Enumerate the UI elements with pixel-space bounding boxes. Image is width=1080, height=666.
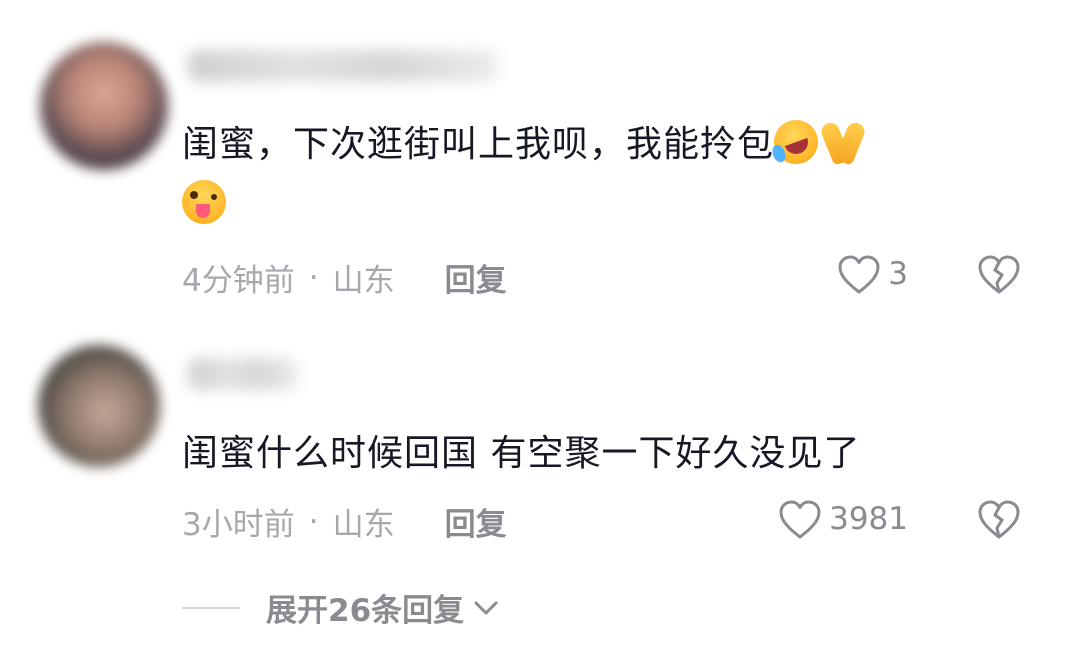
comment-meta: 3小时前 · 山东 回复 [182,499,507,544]
like-count: 3981 [829,501,908,537]
broken-heart-icon [978,255,1020,294]
meta-separator: · [308,259,319,296]
comment-location: 山东 [332,263,395,299]
comment-body: 闺蜜，下次逛街叫上我呗，我能拎包 [182,124,775,165]
rolling-laugh-emoji-icon [767,113,825,171]
comment-body: 闺蜜什么时候回国 有空聚一下好久没见了 [182,433,861,474]
comment-meta: 4分钟前 · 山东 回复 [182,255,507,300]
comment-location: 山东 [332,507,395,543]
commenter-avatar[interactable] [38,345,160,467]
dislike-button[interactable] [976,498,1022,544]
meta-separator: · [308,503,319,540]
chevron-down-icon [474,601,498,614]
comment-text: 闺蜜什么时候回国 有空聚一下好久没见了 [182,424,1062,484]
expand-divider-line [182,606,240,609]
dislike-button[interactable] [976,253,1022,299]
comment-time: 3小时前 [182,507,295,543]
heart-outline-icon [838,255,880,294]
like-button[interactable]: 3 [836,253,908,295]
reply-button[interactable]: 回复 [445,255,507,300]
expand-replies-label: 展开26条回复 [266,593,465,629]
comment-time: 4分钟前 [182,263,295,299]
like-button[interactable]: 3981 [777,498,908,540]
like-count: 3 [888,256,908,292]
heart-outline-icon [779,500,821,539]
commenter-name-blurred[interactable] [188,358,298,390]
winking-tongue-emoji-icon [182,180,226,224]
folded-hands-emoji-icon [818,120,870,164]
commenter-name-blurred[interactable] [188,50,498,82]
reply-button[interactable]: 回复 [445,499,507,544]
broken-heart-icon [978,500,1020,539]
comment-text: 闺蜜，下次逛街叫上我呗，我能拎包 [182,113,1062,235]
commenter-avatar[interactable] [40,42,168,170]
expand-replies-button[interactable]: 展开26条回复 [182,585,500,630]
